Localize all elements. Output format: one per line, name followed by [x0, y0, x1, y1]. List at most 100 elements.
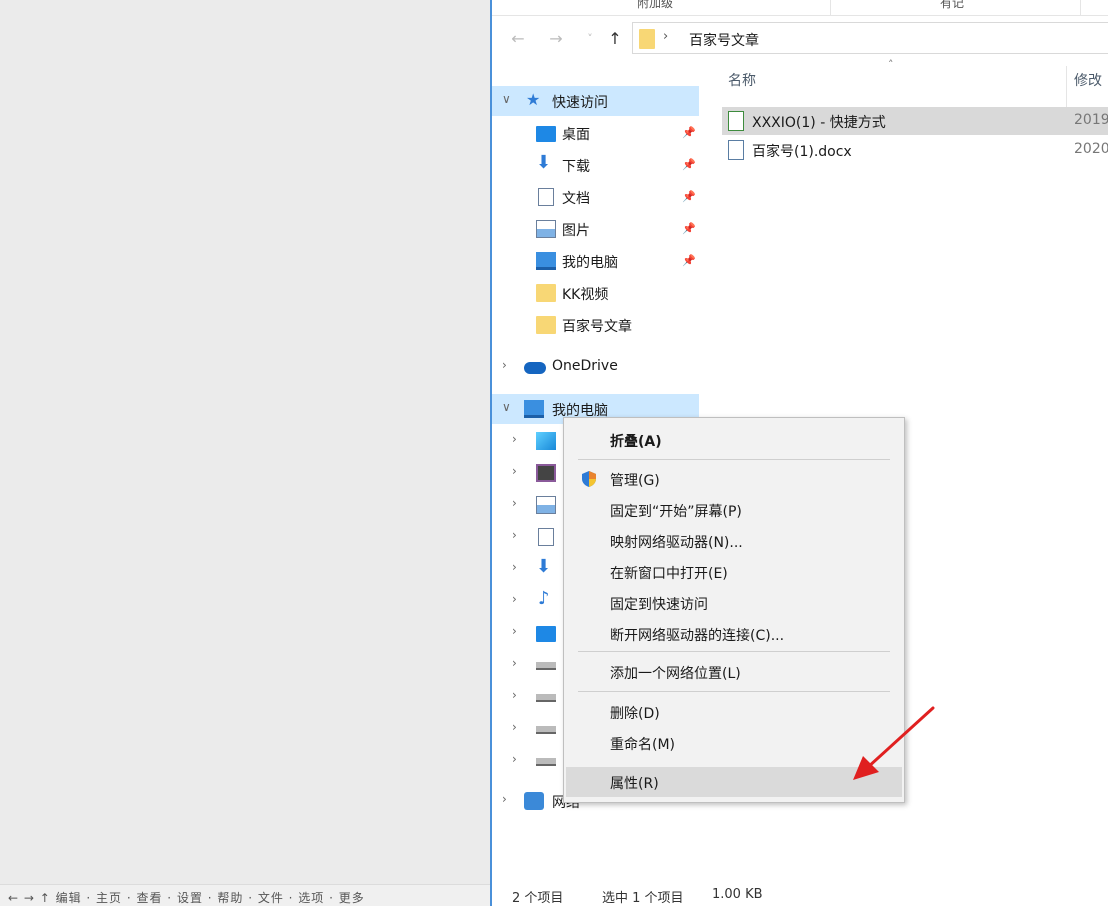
menu-item-collapse[interactable]: 折叠(A) — [566, 425, 902, 455]
system-drive-icon — [536, 662, 556, 670]
nav-label: 桌面 — [562, 127, 590, 143]
expanded-chevron-icon[interactable]: ∨ — [502, 92, 511, 106]
up-arrow-icon[interactable]: ↑ — [605, 28, 625, 50]
file-modified-date: 2020 — [1074, 141, 1108, 157]
column-name-header[interactable]: 名称 — [728, 70, 756, 90]
nav-label: OneDrive — [552, 358, 618, 374]
menu-item-add-network-location[interactable]: 添加一个网络位置(L) — [566, 657, 902, 687]
pin-icon[interactable]: 📌 — [682, 254, 696, 267]
nav-item-pictures[interactable]: 图片 📌 — [492, 214, 702, 244]
ribbon-tab[interactable]: 有记 — [940, 0, 964, 11]
menu-item-label: 映射网络驱动器(N)... — [610, 535, 743, 551]
nav-label: 百家号文章 — [562, 319, 632, 335]
collapsed-chevron-icon[interactable]: › — [512, 528, 517, 542]
collapsed-chevron-icon[interactable]: › — [512, 720, 517, 734]
menu-item-label: 在新窗口中打开(E) — [610, 566, 728, 582]
nav-item-kk-videos[interactable]: KK视频 — [492, 278, 702, 308]
document-icon — [538, 528, 554, 546]
nav-item-documents[interactable]: 文档 📌 — [492, 182, 702, 212]
collapsed-chevron-icon[interactable]: › — [512, 624, 517, 638]
nav-label: 文档 — [562, 191, 590, 207]
collapsed-chevron-icon[interactable]: › — [502, 792, 507, 806]
forward-arrow-icon[interactable]: → — [546, 28, 566, 50]
menu-item-map-network-drive[interactable]: 映射网络驱动器(N)... — [566, 526, 902, 556]
file-modified-date: 2019 — [1074, 112, 1108, 128]
nav-item-desktop[interactable]: 桌面 📌 — [492, 118, 702, 148]
menu-item-open-new-window[interactable]: 在新窗口中打开(E) — [566, 557, 902, 587]
folder-icon — [536, 284, 556, 302]
star-icon: ★ — [526, 90, 541, 109]
menu-item-label: 重命名(M) — [610, 737, 676, 753]
pin-icon[interactable]: 📌 — [682, 222, 696, 235]
folder-icon — [639, 29, 655, 49]
cloud-icon — [524, 362, 546, 374]
item-count: 2 个项目 — [512, 891, 564, 906]
shortcut-file-icon — [728, 111, 744, 131]
collapsed-chevron-icon[interactable]: › — [512, 496, 517, 510]
breadcrumb-chevron-icon[interactable]: › — [663, 29, 668, 44]
collapsed-chevron-icon[interactable]: › — [512, 560, 517, 574]
file-row-shortcut[interactable]: XXXIO(1) - 快捷方式 2019 — [722, 107, 1108, 135]
nav-item-baijiahao-articles[interactable]: 百家号文章 — [492, 310, 702, 340]
pin-icon[interactable]: 📌 — [682, 158, 696, 171]
address-row: ← → ˅ ↑ › 百家号文章 — [492, 22, 1108, 56]
menu-item-pin-quick-access[interactable]: 固定到快速访问 — [566, 588, 902, 618]
recent-locations-chevron-icon[interactable]: ˅ — [580, 28, 600, 50]
menu-item-label: 删除(D) — [610, 706, 660, 722]
menu-item-label: 固定到快速访问 — [610, 597, 708, 613]
menu-item-disconnect-network-drive[interactable]: 断开网络驱动器的连接(C)... — [566, 619, 902, 649]
pin-icon[interactable]: 📌 — [682, 190, 696, 203]
nav-label: 图片 — [562, 223, 590, 239]
menu-item-label: 折叠(A) — [610, 434, 662, 450]
menu-item-label: 属性(R) — [610, 776, 659, 792]
ribbon-header: 附加级 有记 — [492, 0, 1108, 16]
nav-item-my-computer[interactable]: 我的电脑 📌 — [492, 246, 702, 276]
drive-icon — [536, 726, 556, 734]
menu-item-label: 固定到“开始”屏幕(P) — [610, 504, 742, 520]
download-icon: ⬇ — [536, 152, 552, 173]
nav-item-downloads[interactable]: ⬇ 下载 📌 — [492, 150, 702, 180]
3d-objects-icon — [536, 432, 556, 450]
background-window-status: ← → ↑ 编辑 · 主页 · 查看 · 设置 · 帮助 · 文件 · 选项 ·… — [0, 884, 490, 906]
menu-item-pin-to-start[interactable]: 固定到“开始”屏幕(P) — [566, 495, 902, 525]
picture-icon — [536, 220, 556, 238]
nav-label: 快速访问 — [552, 95, 608, 111]
file-row-docx[interactable]: 百家号(1).docx 2020 — [722, 136, 1108, 164]
collapsed-chevron-icon[interactable]: › — [512, 656, 517, 670]
ribbon-tab[interactable]: 附加级 — [637, 0, 673, 11]
back-arrow-icon[interactable]: ← — [508, 28, 528, 50]
collapsed-chevron-icon[interactable]: › — [502, 358, 507, 372]
collapsed-chevron-icon[interactable]: › — [512, 432, 517, 446]
menu-item-manage[interactable]: 管理(G) — [566, 464, 902, 494]
ribbon-divider — [830, 0, 831, 16]
column-modified-header[interactable]: 修改 — [1074, 70, 1102, 90]
ribbon-divider — [1080, 0, 1081, 16]
document-icon — [538, 188, 554, 206]
collapsed-chevron-icon[interactable]: › — [512, 464, 517, 478]
computer-icon — [524, 400, 544, 418]
nav-quick-access[interactable]: ∨ ★ 快速访问 — [492, 86, 699, 116]
annotation-arrow-icon — [853, 706, 935, 780]
menu-separator — [578, 651, 890, 652]
drive-icon — [536, 758, 556, 766]
nav-onedrive[interactable]: › OneDrive — [492, 352, 702, 382]
nav-label: 我的电脑 — [562, 255, 618, 271]
sort-ascending-icon: ˄ — [888, 58, 894, 71]
selection-count: 选中 1 个项目 — [602, 891, 684, 906]
address-bar[interactable]: › 百家号文章 — [632, 22, 1108, 54]
folder-icon — [536, 316, 556, 334]
collapsed-chevron-icon[interactable]: › — [512, 592, 517, 606]
file-name: 百家号(1).docx — [752, 144, 852, 160]
expanded-chevron-icon[interactable]: ∨ — [502, 400, 511, 414]
desktop-icon — [536, 626, 556, 642]
status-bar: 2 个项目 选中 1 个项目 1.00 KB — [492, 884, 1108, 906]
collapsed-chevron-icon[interactable]: › — [512, 752, 517, 766]
network-icon — [524, 792, 544, 810]
background-window: ← → ↑ 编辑 · 主页 · 查看 · 设置 · 帮助 · 文件 · 选项 ·… — [0, 0, 490, 906]
computer-icon — [536, 252, 556, 270]
breadcrumb-current[interactable]: 百家号文章 — [689, 30, 759, 50]
collapsed-chevron-icon[interactable]: › — [512, 688, 517, 702]
pin-icon[interactable]: 📌 — [682, 126, 696, 139]
menu-separator — [578, 459, 890, 460]
menu-item-label: 管理(G) — [610, 473, 660, 489]
